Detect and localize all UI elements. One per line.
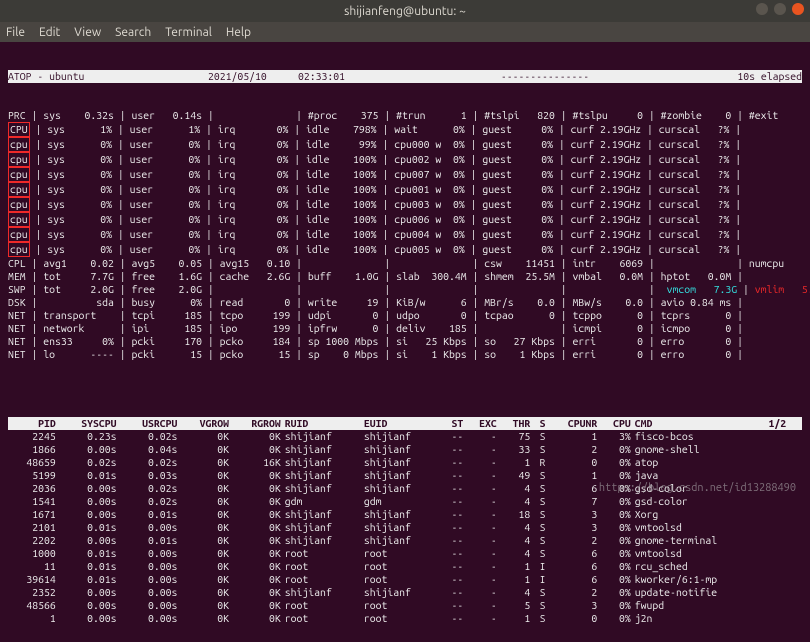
process-row: 22020.00s0.01s0K0Kshijianfshijianf---4S2…	[8, 534, 802, 547]
cpu-label: cpu	[8, 152, 30, 167]
cpu-label: cpu	[8, 212, 30, 227]
process-row: 485660.00s0.00s0K0Krootroot---5S30%fwupd	[8, 599, 802, 612]
sysline: cpu | sys 0% | user 0% | irq 0% | idle 1…	[8, 242, 802, 257]
process-row: 10.00s0.00s0K0Krootroot---1S00%j2n	[8, 612, 802, 625]
cpu-label: cpu	[8, 167, 30, 182]
sysline: NET | lo ---- | pcki 15 | pcko 15 | sp 0…	[8, 348, 802, 361]
cpu-label: cpu	[8, 182, 30, 197]
process-header: PIDSYSCPUUSRCPUVGROWRGROWRUIDEUIDSTEXCTH…	[8, 417, 802, 430]
col-st: ST	[443, 417, 467, 430]
sysline: cpu | sys 0% | user 0% | irq 0% | idle 1…	[8, 152, 802, 167]
sysline: NET | transport | tcpi 185 | tcpo 199 | …	[8, 309, 802, 322]
sysline: cpu | sys 0% | user 0% | irq 0% | idle 1…	[8, 197, 802, 212]
col-rgrow: RGROW	[233, 417, 285, 430]
terminal-output[interactable]: ATOP - ubuntu 2021/05/10 02:33:01 ------…	[0, 42, 810, 642]
col-syscpu: SYSCPU	[60, 417, 121, 430]
process-row: 16710.00s0.01s0K0Kshijianfshijianf---18S…	[8, 508, 802, 521]
col-pid: PID	[8, 417, 60, 430]
col-vgrow: VGROW	[181, 417, 233, 430]
page-indicator: 1/2	[768, 417, 802, 430]
menu-edit[interactable]: Edit	[39, 26, 60, 39]
process-row: 21010.01s0.00s0K0Kshijianfshijianf---4S3…	[8, 521, 802, 534]
process-row: 396140.01s0.00s0K0Krootroot---1I60%kwork…	[8, 573, 802, 586]
sysline: CPL | avg1 0.02 | avg5 0.05 | avg15 0.10…	[8, 257, 802, 270]
cpu-label: cpu	[8, 227, 30, 242]
process-row: 23520.00s0.00s0K0Kshijianfshijianf---4S2…	[8, 586, 802, 599]
sysline: NET | ens33 0% | pcki 170 | pcko 184 | s…	[8, 335, 802, 348]
col-thr: THR	[501, 417, 535, 430]
process-row: 15410.00s0.02s0K0Kgdmgdm---4S70%gsd-colo…	[8, 495, 802, 508]
vmcom-label: vmcom 7.3G	[667, 283, 738, 295]
process-table: PIDSYSCPUUSRCPUVGROWRGROWRUIDEUIDSTEXCTH…	[8, 417, 802, 625]
process-row: 51990.01s0.03s0K0Kshijianfshijianf---49S…	[8, 469, 802, 482]
cpu-label: cpu	[8, 197, 30, 212]
sysline: cpu | sys 0% | user 0% | irq 0% | idle 9…	[8, 137, 802, 152]
process-row: 486590.02s0.02s0K16Kshijianfshijianf---1…	[8, 456, 802, 469]
col-s: S	[534, 417, 549, 430]
menu-search[interactable]: Search	[115, 26, 151, 39]
process-row: 18660.00s0.04s0K0Kshijianfshijianf---33S…	[8, 443, 802, 456]
window-title: shijianfeng@ubuntu: ~	[0, 5, 810, 18]
window-titlebar: shijianfeng@ubuntu: ~	[0, 0, 810, 22]
atop-elapsed: 10s elapsed	[712, 70, 802, 83]
close-button[interactable]	[792, 3, 804, 15]
sysline: CPU | sys 1% | user 1% | irq 0% | idle 7…	[8, 122, 802, 137]
menu-terminal[interactable]: Terminal	[165, 26, 212, 39]
sysline: DSK | sda | busy 0% | read 0 | write 19 …	[8, 296, 802, 309]
sysline: cpu | sys 0% | user 0% | irq 0% | idle 1…	[8, 212, 802, 227]
minimize-button[interactable]	[756, 3, 768, 15]
sysline: PRC | sys 0.32s | user 0.14s | | #proc 3…	[8, 109, 802, 122]
system-stats: PRC | sys 0.32s | user 0.14s | | #proc 3…	[8, 109, 802, 361]
menu-bar: File Edit View Search Terminal Help	[0, 22, 810, 42]
col-ruid: RUID	[285, 417, 364, 430]
process-row: 110.01s0.00s0K0Krootroot---1I60%rcu_sche…	[8, 560, 802, 573]
sysline: cpu | sys 0% | user 0% | irq 0% | idle 1…	[8, 167, 802, 182]
process-row: 10000.01s0.00s0K0Krootroot---4S60%vmtool…	[8, 547, 802, 560]
atop-header: ATOP - ubuntu 2021/05/10 02:33:01 ------…	[8, 70, 802, 83]
menu-view[interactable]: View	[74, 26, 101, 39]
atop-date: 2021/05/10	[208, 70, 298, 83]
maximize-button[interactable]	[774, 3, 786, 15]
menu-help[interactable]: Help	[226, 26, 251, 39]
menu-file[interactable]: File	[6, 26, 25, 39]
cpu-label: CPU	[8, 122, 30, 137]
col-cpu: CPU	[601, 417, 635, 430]
atop-host: ATOP - ubuntu	[8, 70, 208, 83]
col-cmd: CMD	[635, 417, 769, 430]
sysline: cpu | sys 0% | user 0% | irq 0% | idle 1…	[8, 182, 802, 197]
sysline: NET | network | ipi 185 | ipo 199 | ipfr…	[8, 322, 802, 335]
atop-dashes: ---------------	[378, 70, 712, 83]
atop-time: 02:33:01	[298, 70, 378, 83]
col-exc: EXC	[467, 417, 501, 430]
col-cpunr: CPUNR	[550, 417, 602, 430]
sysline: MEM | tot 7.7G | free 1.6G | cache 2.6G …	[8, 270, 802, 283]
col-euid: EUID	[364, 417, 443, 430]
vmlim-label: vmlim 5.9G	[755, 283, 810, 295]
cpu-label: cpu	[8, 137, 30, 152]
watermark: https://blog.csdn.net/id13288490	[599, 482, 796, 494]
cpu-label: cpu	[8, 242, 30, 257]
process-row: 22450.23s0.02s0K0Kshijianfshijianf---75S…	[8, 430, 802, 443]
sysline: SWP | tot 2.0G | free 2.0G | | | | | | v…	[8, 283, 802, 296]
sysline: cpu | sys 0% | user 0% | irq 0% | idle 1…	[8, 227, 802, 242]
col-usrcpu: USRCPU	[121, 417, 182, 430]
